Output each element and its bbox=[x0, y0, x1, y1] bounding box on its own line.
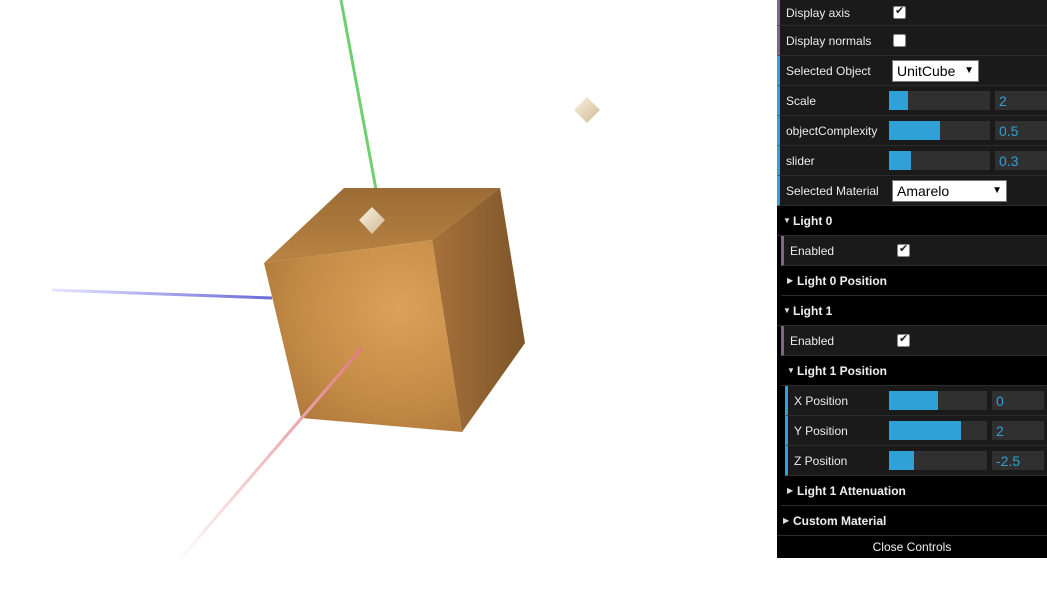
slider-slider[interactable] bbox=[889, 151, 990, 170]
slider-row: slider 0.3 bbox=[777, 146, 1047, 176]
y-position-label: Y Position bbox=[794, 423, 848, 438]
display-axis-row[interactable]: Display axis bbox=[777, 0, 1047, 26]
light1-position-title: Light 1 Position bbox=[797, 363, 887, 378]
y-position-input[interactable]: 2 bbox=[992, 421, 1044, 440]
dropdown-arrow-icon: ▼ bbox=[964, 64, 974, 76]
z-position-slider[interactable] bbox=[889, 451, 987, 470]
x-position-input[interactable]: 0 bbox=[992, 391, 1044, 410]
selected-object-select[interactable]: UnitCube ▼ bbox=[892, 59, 979, 82]
display-normals-checkbox[interactable] bbox=[893, 34, 906, 47]
x-position-label: X Position bbox=[794, 393, 849, 408]
controls-panel: Display axis Display normals Selected Ob… bbox=[777, 0, 1047, 558]
light1-folder: Enabled ▼ Light 1 Position X Position 0 … bbox=[781, 326, 1047, 506]
display-axis-checkbox[interactable] bbox=[893, 4, 906, 19]
light0-enabled-checkbox[interactable] bbox=[897, 242, 910, 257]
collapsed-triangle-icon: ▶ bbox=[783, 516, 790, 525]
light1-title: Light 1 bbox=[793, 303, 833, 318]
selected-object-label: Selected Object bbox=[786, 63, 871, 78]
z-axis-line bbox=[51, 288, 273, 300]
object-complexity-slider[interactable] bbox=[889, 121, 990, 140]
z-position-label: Z Position bbox=[794, 453, 848, 468]
custom-material-folder-title[interactable]: ▶ Custom Material bbox=[777, 506, 1047, 536]
light-marker bbox=[574, 97, 600, 123]
light1-attenuation-title: Light 1 Attenuation bbox=[797, 483, 906, 498]
selected-material-row: Selected Material Amarelo ▼ bbox=[777, 176, 1047, 206]
close-controls-button[interactable]: Close Controls bbox=[777, 536, 1047, 558]
display-normals-label: Display normals bbox=[786, 33, 872, 48]
slider-label: slider bbox=[786, 153, 815, 168]
light1-attenuation-folder-title[interactable]: ▶ Light 1 Attenuation bbox=[781, 476, 1047, 506]
slider-input[interactable]: 0.3 bbox=[995, 151, 1047, 170]
selected-object-value: UnitCube bbox=[897, 62, 956, 79]
y-position-row: Y Position 2 bbox=[785, 416, 1047, 446]
collapsed-triangle-icon: ▶ bbox=[787, 486, 794, 495]
light0-folder: Enabled ▶ Light 0 Position bbox=[781, 236, 1047, 296]
light1-enabled-row[interactable]: Enabled bbox=[781, 326, 1047, 356]
z-position-input[interactable]: -2.5 bbox=[992, 451, 1044, 470]
scale-slider[interactable] bbox=[889, 91, 990, 110]
object-complexity-slider-fill bbox=[889, 121, 940, 140]
object-complexity-label: objectComplexity bbox=[786, 123, 878, 138]
light0-enabled-label: Enabled bbox=[790, 243, 835, 258]
scale-row: Scale 2 bbox=[777, 86, 1047, 116]
light1-enabled-label: Enabled bbox=[790, 333, 835, 348]
unit-cube bbox=[264, 188, 525, 432]
dropdown-arrow-icon: ▼ bbox=[992, 184, 1002, 196]
custom-material-title: Custom Material bbox=[793, 513, 887, 528]
light0-position-folder-title[interactable]: ▶ Light 0 Position bbox=[781, 266, 1047, 296]
x-position-slider[interactable] bbox=[889, 391, 987, 410]
slider-slider-fill bbox=[889, 151, 912, 170]
collapsed-triangle-icon: ▶ bbox=[787, 276, 794, 285]
light1-position-folder-title[interactable]: ▼ Light 1 Position bbox=[781, 356, 1047, 386]
light1-position-folder: X Position 0 Y Position 2 Z Position -2.… bbox=[785, 386, 1047, 476]
selected-material-select[interactable]: Amarelo ▼ bbox=[892, 179, 1007, 202]
expanded-triangle-icon: ▼ bbox=[787, 366, 795, 375]
light0-position-title: Light 0 Position bbox=[797, 273, 887, 288]
y-position-slider[interactable] bbox=[889, 421, 987, 440]
x-axis-line bbox=[173, 347, 364, 566]
object-complexity-row: objectComplexity 0.5 bbox=[777, 116, 1047, 146]
scale-input[interactable]: 2 bbox=[995, 91, 1047, 110]
z-position-slider-fill bbox=[889, 451, 914, 470]
y-position-slider-fill bbox=[889, 421, 961, 440]
expanded-triangle-icon: ▼ bbox=[783, 216, 791, 225]
selected-material-value: Amarelo bbox=[897, 182, 950, 199]
webgl-scene[interactable] bbox=[0, 0, 776, 589]
object-complexity-input[interactable]: 0.5 bbox=[995, 121, 1047, 140]
scale-slider-fill bbox=[889, 91, 909, 110]
light1-folder-title[interactable]: ▼ Light 1 bbox=[777, 296, 1047, 326]
display-axis-label: Display axis bbox=[786, 5, 851, 20]
light0-title: Light 0 bbox=[793, 213, 833, 228]
light0-enabled-row[interactable]: Enabled bbox=[781, 236, 1047, 266]
selected-material-label: Selected Material bbox=[786, 183, 879, 198]
scale-label: Scale bbox=[786, 93, 817, 108]
z-position-row: Z Position -2.5 bbox=[785, 446, 1047, 476]
x-position-row: X Position 0 bbox=[785, 386, 1047, 416]
light0-folder-title[interactable]: ▼ Light 0 bbox=[777, 206, 1047, 236]
light1-enabled-checkbox[interactable] bbox=[897, 332, 910, 347]
display-normals-row[interactable]: Display normals bbox=[777, 26, 1047, 56]
x-position-slider-fill bbox=[889, 391, 938, 410]
selected-object-row: Selected Object UnitCube ▼ bbox=[777, 56, 1047, 86]
expanded-triangle-icon: ▼ bbox=[783, 306, 791, 315]
